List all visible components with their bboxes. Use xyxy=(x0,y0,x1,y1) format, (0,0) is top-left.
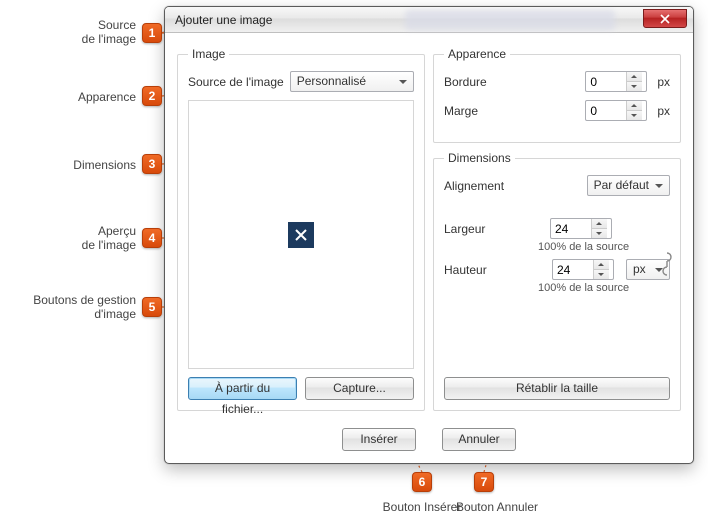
border-row: Bordure px xyxy=(444,71,670,92)
reset-row: Rétablir la taille xyxy=(444,377,670,400)
margin-spinner[interactable] xyxy=(585,100,647,121)
spinner-arrows-icon[interactable] xyxy=(593,260,609,279)
source-select-value: Personnalisé xyxy=(297,72,366,91)
spinner-arrows-icon[interactable] xyxy=(591,219,607,238)
annotation-label-5: Boutons de gestion d'image xyxy=(20,293,136,321)
source-select[interactable]: Personnalisé xyxy=(290,71,414,92)
source-label: Source de l'image xyxy=(188,75,284,89)
annotation-label-7: Bouton Annuler xyxy=(452,500,542,514)
close-icon xyxy=(660,14,670,24)
link-aspect-icon[interactable] xyxy=(662,241,672,287)
image-preview xyxy=(188,100,414,369)
height-percent: 100% de la source xyxy=(538,282,670,294)
right-column: Apparence Bordure px Marge xyxy=(433,47,681,411)
width-row: Largeur xyxy=(444,218,670,239)
height-row: Hauteur px xyxy=(444,259,670,280)
left-column: Image Source de l'image Personnalisé À p xyxy=(177,47,425,411)
source-row: Source de l'image Personnalisé xyxy=(188,71,414,92)
align-select[interactable]: Par défaut xyxy=(587,175,670,196)
dialog-content: Image Source de l'image Personnalisé À p xyxy=(177,47,681,411)
annotation-label-1: Source de l'image xyxy=(70,18,136,46)
footer-buttons: Insérer Annuler xyxy=(165,428,693,451)
marker-6: 6 xyxy=(412,472,432,492)
dimensions-group: Dimensions Alignement Par défaut Largeur xyxy=(433,151,681,411)
marker-4: 4 xyxy=(142,228,162,248)
image-buttons-row: À partir du fichier... Capture... xyxy=(188,377,414,400)
annotation-label-4: Aperçu de l'image xyxy=(70,224,136,252)
margin-label: Marge xyxy=(444,104,492,118)
annotation-label-6: Bouton Insérer xyxy=(382,500,462,514)
canvas: Ajouter une image Image Source de l'imag… xyxy=(0,0,708,525)
dimensions-group-legend: Dimensions xyxy=(444,151,515,165)
spinner-arrows-icon[interactable] xyxy=(626,72,642,91)
height-unit-value: px xyxy=(633,260,646,279)
annotation-label-2: Apparence xyxy=(70,90,136,104)
border-input[interactable] xyxy=(586,72,626,91)
insert-button[interactable]: Insérer xyxy=(342,428,416,451)
dialog-add-image: Ajouter une image Image Source de l'imag… xyxy=(164,6,694,464)
titlebar: Ajouter une image xyxy=(165,7,693,33)
height-input[interactable] xyxy=(553,260,593,279)
align-label: Alignement xyxy=(444,179,506,193)
border-label: Bordure xyxy=(444,75,492,89)
placeholder-icon xyxy=(288,222,314,248)
close-button[interactable] xyxy=(643,9,687,28)
blurred-parent-title xyxy=(405,10,615,30)
marker-3: 3 xyxy=(142,154,162,174)
cancel-button[interactable]: Annuler xyxy=(442,428,516,451)
width-label: Largeur xyxy=(444,222,506,236)
margin-row: Marge px xyxy=(444,100,670,121)
margin-input[interactable] xyxy=(586,101,626,120)
width-spinner[interactable] xyxy=(550,218,612,239)
from-file-button[interactable]: À partir du fichier... xyxy=(188,377,297,400)
spinner-arrows-icon[interactable] xyxy=(626,101,642,120)
dialog-title: Ajouter une image xyxy=(175,13,272,27)
border-spinner[interactable] xyxy=(585,71,647,92)
margin-unit: px xyxy=(657,104,670,118)
marker-7: 7 xyxy=(474,472,494,492)
height-label: Hauteur xyxy=(444,263,506,277)
marker-1: 1 xyxy=(142,23,162,43)
marker-2: 2 xyxy=(142,86,162,106)
align-row: Alignement Par défaut xyxy=(444,175,670,196)
reset-size-button[interactable]: Rétablir la taille xyxy=(444,377,670,400)
capture-button[interactable]: Capture... xyxy=(305,377,414,400)
annotation-label-3: Dimensions xyxy=(70,158,136,172)
height-spinner[interactable] xyxy=(552,259,614,280)
appearance-group-legend: Apparence xyxy=(444,47,510,61)
width-input[interactable] xyxy=(551,219,591,238)
image-group: Image Source de l'image Personnalisé À p xyxy=(177,47,425,411)
image-group-legend: Image xyxy=(188,47,229,61)
border-unit: px xyxy=(657,75,670,89)
align-select-value: Par défaut xyxy=(594,176,649,195)
width-percent: 100% de la source xyxy=(538,241,670,253)
marker-5: 5 xyxy=(142,297,162,317)
appearance-group: Apparence Bordure px Marge xyxy=(433,47,681,143)
